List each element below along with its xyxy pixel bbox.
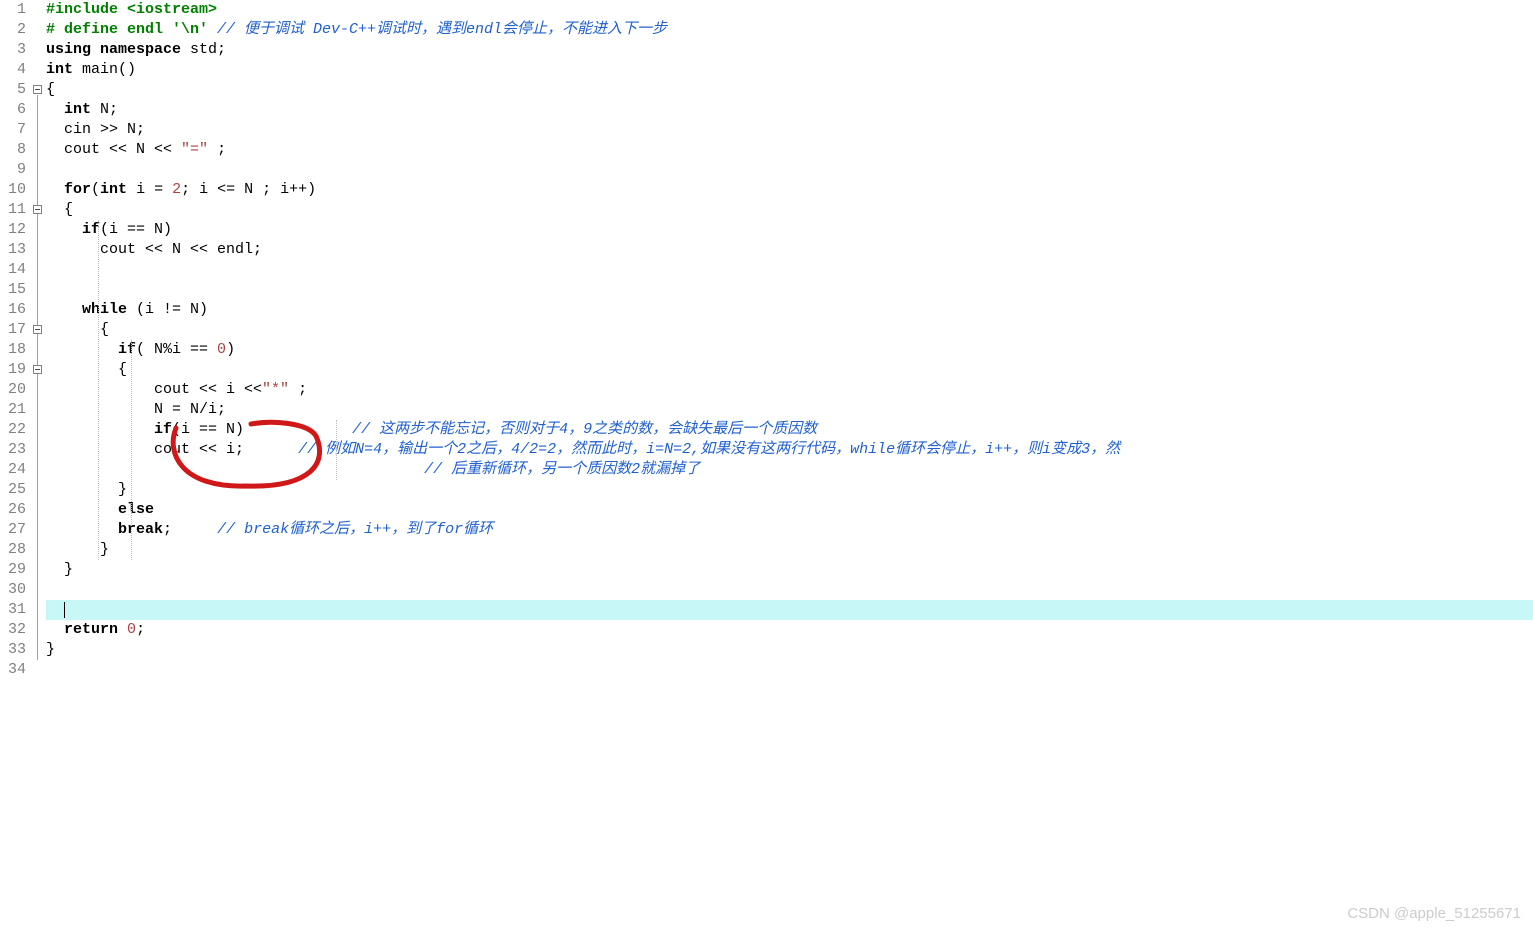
- watermark: CSDN @apple_51255671: [1347, 905, 1521, 922]
- fold-column: [30, 0, 46, 680]
- comment: // break循环之后，i++，到了for循环: [217, 521, 493, 538]
- comment: // 后重新循环，另一个质因数2就漏掉了: [424, 461, 700, 478]
- preprocessor: #include <iostream>: [46, 1, 217, 18]
- fold-icon[interactable]: [33, 325, 42, 334]
- fold-icon[interactable]: [33, 365, 42, 374]
- string-literal: "=": [181, 141, 208, 158]
- preprocessor: # define endl '\n': [46, 21, 217, 38]
- comment: // 这两步不能忘记，否则对于4，9之类的数，会缺失最后一个质因数: [352, 421, 817, 438]
- fold-icon[interactable]: [33, 85, 42, 94]
- keyword: using: [46, 41, 91, 58]
- comment: // 便于调试 Dev-C++调试时，遇到endl会停止，不能进入下一步: [217, 21, 667, 38]
- comment: // 例如N=4，输出一个2之后，4/2=2，然而此时，i=N=2,如果没有这两…: [298, 441, 1120, 458]
- current-line: [46, 600, 1533, 620]
- code-editor[interactable]: 1 2 3 4 5 6 7 8 9 10 11 12 13 14 15 16 1…: [0, 0, 1533, 680]
- keyword: int: [46, 61, 73, 78]
- fold-icon[interactable]: [33, 205, 42, 214]
- code-area[interactable]: #include <iostream> # define endl '\n' /…: [46, 0, 1533, 680]
- line-number-gutter: 1 2 3 4 5 6 7 8 9 10 11 12 13 14 15 16 1…: [0, 0, 30, 680]
- text-cursor: [64, 602, 65, 618]
